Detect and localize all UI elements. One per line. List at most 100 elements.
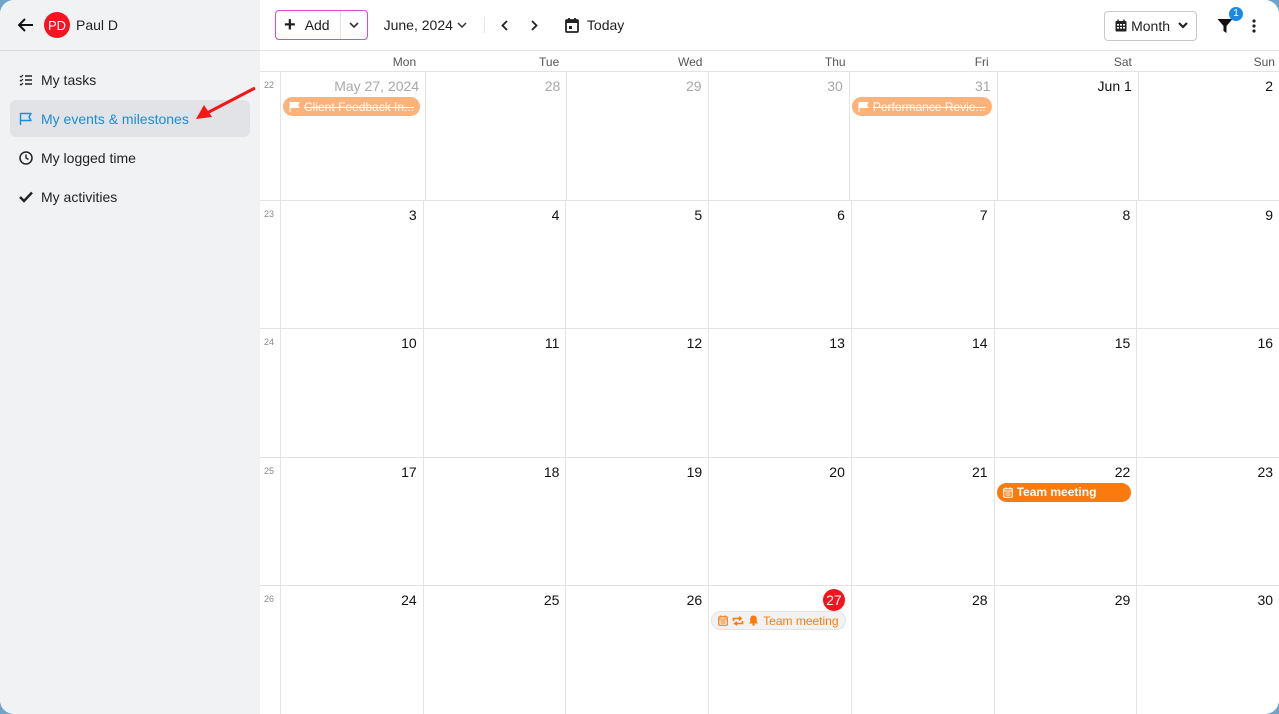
day-cell[interactable]: 26 [566, 586, 710, 714]
day-cell[interactable]: 30 [709, 72, 850, 200]
day-cell[interactable]: 3 [281, 200, 424, 328]
day-cell[interactable]: 2 [1139, 72, 1279, 200]
toolbar-right: Month 1 [1104, 0, 1279, 51]
repeat-icon [732, 615, 744, 626]
day-cell[interactable]: 13 [709, 329, 852, 457]
previous-button[interactable] [495, 15, 515, 35]
date-label: 8 [1122, 206, 1131, 223]
sidebar: PD Paul D My tasks My events & milestone… [0, 0, 260, 714]
day-cell[interactable]: 29 [567, 72, 709, 200]
today-button[interactable]: Today [565, 17, 624, 33]
week-row: 22 May 27, 2024 Client Feedback In... 28 29 3… [260, 72, 1279, 201]
event-chip[interactable]: Team meeting [711, 611, 846, 630]
day-cell[interactable]: Jun 1 [998, 72, 1139, 200]
more-vertical-icon [1252, 18, 1256, 33]
day-cell[interactable]: 4 [424, 200, 567, 328]
date-label: 28 [972, 592, 988, 608]
week-number: 22 [260, 72, 281, 200]
period-selector[interactable]: June, 2024 [384, 17, 467, 33]
sidebar-item-my-activities[interactable]: My activities [10, 178, 250, 215]
event-chip[interactable]: Client Feedback In... [283, 97, 421, 116]
day-cell[interactable]: 28 [852, 586, 995, 714]
date-label: 15 [1114, 335, 1131, 351]
back-button[interactable] [16, 15, 36, 35]
date-label: 2 [1265, 78, 1274, 94]
chevron-down-icon [1178, 22, 1188, 29]
sidebar-item-label: My activities [41, 188, 118, 205]
view-selector[interactable]: Month [1104, 10, 1197, 41]
today-date-label: 27 [711, 589, 846, 611]
day-cell[interactable]: 5 [566, 200, 710, 328]
day-of-week: Sun [1253, 55, 1275, 69]
day-cell[interactable]: 23 [1137, 458, 1279, 586]
event-title: Team meeting [763, 613, 839, 628]
arrow-left-icon [18, 18, 33, 32]
day-of-week: Tue [539, 55, 560, 69]
day-cell[interactable]: 31 Performance Revie... [850, 72, 998, 200]
add-dropdown-button[interactable] [341, 11, 367, 39]
day-cell[interactable]: 18 [424, 457, 567, 585]
date-label: 13 [829, 335, 845, 351]
add-button-group: + Add [275, 10, 368, 40]
sidebar-item-my-logged-time[interactable]: My logged time [10, 139, 250, 176]
month-grid: 22 May 27, 2024 Client Feedback In... 28 29 3… [260, 71, 1279, 714]
toolbar: + Add June, 2024 Today Month 1 [260, 0, 1279, 51]
more-options-button[interactable] [1249, 16, 1259, 36]
date-label: 19 [686, 463, 703, 480]
day-cell[interactable]: 21 [852, 457, 995, 585]
day-cell[interactable]: 22 Team meeting [995, 457, 1138, 585]
event-chip[interactable]: Performance Revie... [851, 97, 992, 116]
day-cell[interactable]: 7 [852, 200, 995, 328]
date-label: 3 [408, 206, 417, 223]
day-of-week: Fri [974, 55, 989, 69]
day-of-week: Sat [1113, 55, 1132, 69]
day-cell[interactable]: 27 Team meeting [709, 586, 852, 714]
day-cell[interactable]: 15 [995, 329, 1138, 457]
day-cell[interactable]: 6 [709, 200, 852, 328]
week-number: 24 [260, 329, 281, 457]
day-cell[interactable]: 25 [424, 586, 567, 714]
day-cell[interactable]: 17 [281, 457, 424, 585]
flag-icon [18, 111, 34, 127]
event-title: Client Feedback In... [304, 99, 415, 114]
day-cell[interactable]: 29 [995, 586, 1138, 714]
date-label: May 27, 2024 [334, 78, 420, 94]
day-cell[interactable]: May 27, 2024 Client Feedback In... [281, 72, 427, 200]
event-title: Performance Revie... [872, 99, 986, 114]
date-label: 9 [1265, 206, 1274, 223]
sidebar-item-my-tasks[interactable]: My tasks [10, 61, 250, 98]
day-cell[interactable]: 19 [566, 457, 710, 585]
chevron-right-icon [531, 19, 539, 31]
filter-button[interactable]: 1 [1215, 6, 1243, 36]
filter-count-badge: 1 [1229, 6, 1243, 21]
day-cell[interactable]: 11 [424, 329, 567, 457]
chevron-left-icon [501, 19, 509, 31]
calendar-icon [1002, 486, 1013, 498]
next-button[interactable] [525, 15, 545, 35]
day-cell[interactable]: 28 [426, 72, 568, 200]
day-cell[interactable]: 9 [1137, 201, 1279, 329]
check-icon [18, 189, 34, 205]
day-cell[interactable]: 14 [852, 329, 995, 457]
day-cell[interactable]: 24 [281, 586, 424, 714]
date-label: 31 [974, 78, 991, 94]
date-label: 16 [1257, 335, 1274, 351]
day-cell[interactable]: 10 [281, 329, 424, 457]
date-label: 25 [543, 592, 560, 608]
add-label: Add [304, 17, 330, 33]
day-cell[interactable]: 20 [709, 457, 852, 585]
day-cell[interactable]: 30 [1137, 586, 1279, 714]
avatar[interactable]: PD [44, 12, 70, 38]
date-label: 24 [401, 592, 417, 608]
calendar-today-icon [565, 18, 579, 33]
sidebar-item-my-events[interactable]: My events & milestones [10, 100, 250, 137]
week-number: 25 [260, 457, 281, 585]
event-chip[interactable]: Team meeting [996, 482, 1132, 502]
date-label: 26 [686, 592, 703, 608]
date-label: 10 [401, 335, 417, 351]
day-cell[interactable]: 12 [566, 329, 710, 457]
day-cell[interactable]: 16 [1137, 329, 1279, 457]
add-button[interactable]: + Add [276, 11, 341, 39]
app-window: PD Paul D My tasks My events & milestone… [0, 0, 1279, 714]
day-cell[interactable]: 8 [995, 200, 1138, 328]
